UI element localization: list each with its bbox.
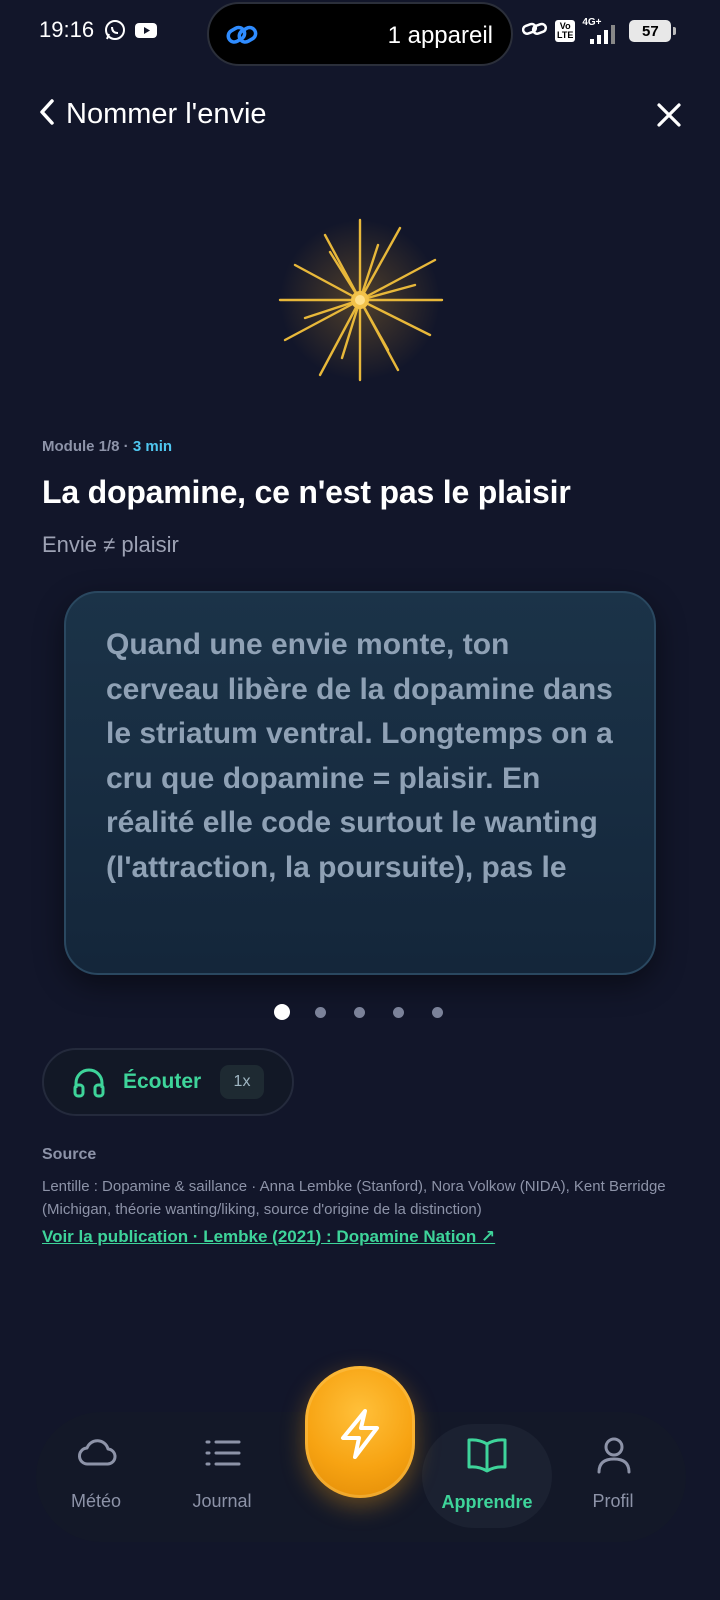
book-icon	[466, 1436, 508, 1479]
listen-label: Écouter	[123, 1070, 202, 1093]
signal-indicator: 4G+	[582, 17, 622, 45]
close-icon	[656, 103, 682, 132]
status-app-icons	[104, 19, 158, 46]
headphones-icon	[72, 1066, 106, 1103]
pager-dot-3[interactable]	[354, 1006, 365, 1018]
nav-item-journal[interactable]: Journal	[162, 1412, 282, 1542]
lesson-title: La dopamine, ce n'est pas le plaisir	[42, 474, 571, 510]
back-button[interactable]: Nommer l'envie	[38, 98, 267, 131]
battery-indicator: 57	[629, 20, 677, 42]
whatsapp-icon	[104, 19, 126, 46]
module-index: Module 1/8 ·	[42, 438, 133, 455]
cloud-icon	[77, 1436, 117, 1475]
user-icon	[594, 1436, 634, 1479]
status-indicators: Vo LTE 4G+ 57	[521, 16, 677, 46]
nav-label-journal: Journal	[192, 1491, 252, 1511]
source-text: Lentille : Dopamine & saillance · Anna L…	[42, 1178, 666, 1218]
lesson-card-text: Quand une envie monte, ton cerveau libèr…	[106, 628, 613, 884]
module-duration: 3 min	[132, 438, 173, 455]
close-button[interactable]	[656, 102, 682, 133]
island-label: 1 appareil	[387, 22, 493, 49]
status-time: 19:16	[39, 17, 95, 42]
card-pager	[274, 1004, 471, 1020]
nav-label-profil: Profil	[592, 1491, 634, 1511]
nav-label-apprendre: Apprendre	[441, 1492, 533, 1512]
link-status-icon	[521, 20, 548, 43]
quick-action-button[interactable]	[305, 1366, 415, 1498]
dynamic-island[interactable]: 1 appareil	[207, 2, 513, 66]
header: Nommer l'envie	[0, 88, 720, 144]
listen-button[interactable]: Écouter 1x	[42, 1048, 294, 1116]
nav-item-profil[interactable]: Profil	[553, 1412, 673, 1542]
list-icon	[203, 1436, 243, 1475]
volte-badge: Vo LTE	[555, 20, 576, 42]
page-title: Nommer l'envie	[66, 98, 267, 130]
lesson-card[interactable]: Quand une envie monte, ton cerveau libèr…	[64, 591, 656, 975]
lesson-subtitle: Envie ≠ plaisir	[42, 532, 179, 557]
chevron-left-icon	[38, 98, 56, 131]
nav-item-apprendre[interactable]: Apprendre	[422, 1424, 552, 1528]
playback-speed-button[interactable]: 1x	[220, 1065, 264, 1099]
lightning-icon	[341, 1409, 379, 1459]
pager-dot-5[interactable]	[432, 1006, 443, 1018]
pager-dot-1[interactable]	[274, 1004, 290, 1020]
publication-link[interactable]: Voir la publication · Lembke (2021) : Do…	[42, 1227, 495, 1247]
module-meta: Module 1/8 · 3 min	[42, 438, 172, 455]
nav-label-meteo: Météo	[70, 1491, 122, 1511]
pager-dot-2[interactable]	[315, 1006, 326, 1018]
link-icon	[225, 20, 259, 55]
pager-dot-4[interactable]	[393, 1006, 404, 1018]
youtube-icon	[134, 19, 158, 46]
nav-item-meteo[interactable]: Météo	[36, 1412, 156, 1542]
source-heading: Source	[42, 1146, 97, 1163]
dopamine-burst-illustration	[270, 210, 450, 390]
status-bar: 19:16 1 appareil Vo LTE 4G+ 57	[0, 0, 720, 66]
